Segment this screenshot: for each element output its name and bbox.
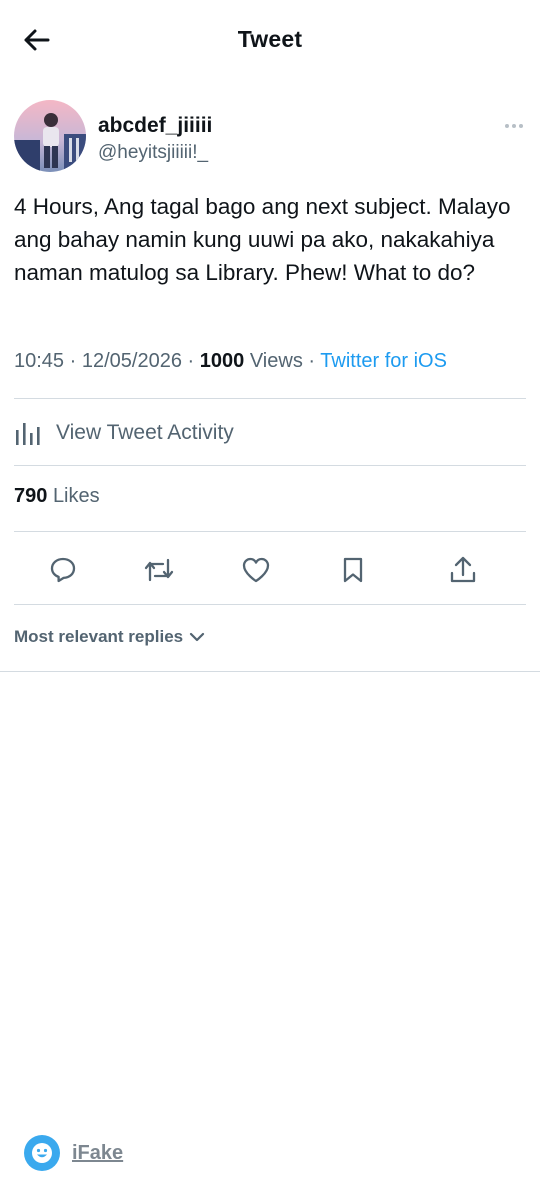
- user-handle[interactable]: @heyitsjiiiii!_: [98, 142, 208, 164]
- likes-count[interactable]: 790 Likes: [14, 485, 100, 508]
- views-count: 1000: [199, 350, 245, 372]
- divider: [14, 604, 526, 605]
- tweet-meta: 10:45 · 12/05/2026 · 1000 Views · Twitte…: [14, 350, 526, 373]
- display-name[interactable]: abcdef_jiiiii: [98, 114, 212, 138]
- bookmark-icon: [343, 557, 363, 583]
- likes-number: 790: [14, 485, 48, 507]
- tweet-author: abcdef_jiiiii @heyitsjiiiii!_: [14, 100, 526, 176]
- replies-sort-label: Most relevant replies: [14, 627, 184, 646]
- chevron-down-icon: [189, 631, 205, 643]
- divider: [0, 671, 540, 672]
- smiley-icon: [24, 1135, 60, 1171]
- tweet-detail-screen: Tweet abcdef_jiiiii @heyitsjiiiii!_ 4 Ho…: [0, 0, 540, 1199]
- divider: [14, 531, 526, 532]
- share-button[interactable]: [441, 548, 485, 592]
- tweet-source-link[interactable]: Twitter for iOS: [320, 350, 447, 372]
- page-title: Tweet: [237, 26, 303, 52]
- retweet-icon: [144, 558, 174, 582]
- retweet-button[interactable]: [137, 548, 181, 592]
- likes-label: Likes: [52, 485, 100, 507]
- bookmark-button[interactable]: [331, 548, 375, 592]
- reply-icon: [50, 557, 76, 583]
- avatar[interactable]: [14, 100, 86, 172]
- top-bar: Tweet: [0, 0, 540, 80]
- divider: [14, 465, 526, 466]
- activity-label: View Tweet Activity: [56, 421, 234, 444]
- more-options-button[interactable]: [502, 116, 526, 136]
- like-button[interactable]: [234, 548, 278, 592]
- meta-separator: ·: [187, 350, 195, 372]
- meta-separator: ·: [69, 350, 77, 372]
- ifake-watermark[interactable]: iFake: [24, 1135, 123, 1171]
- views-label: Views: [249, 350, 303, 372]
- share-icon: [450, 556, 476, 583]
- divider: [14, 398, 526, 399]
- replies-sort-dropdown[interactable]: Most relevant replies: [14, 627, 205, 647]
- more-dots-icon: [505, 124, 523, 128]
- heart-icon: [242, 557, 270, 583]
- tweet-text: 4 Hours, Ang tagal bago ang next subject…: [14, 194, 511, 285]
- watermark-label: iFake: [72, 1141, 124, 1164]
- reply-button[interactable]: [41, 548, 85, 592]
- tweet-date: 12/05/2026: [81, 350, 182, 372]
- action-bar: [0, 548, 540, 592]
- tweet-time: 10:45: [14, 350, 65, 372]
- meta-separator: ·: [308, 350, 316, 372]
- analytics-icon: [14, 418, 44, 448]
- view-tweet-activity[interactable]: View Tweet Activity: [14, 412, 526, 454]
